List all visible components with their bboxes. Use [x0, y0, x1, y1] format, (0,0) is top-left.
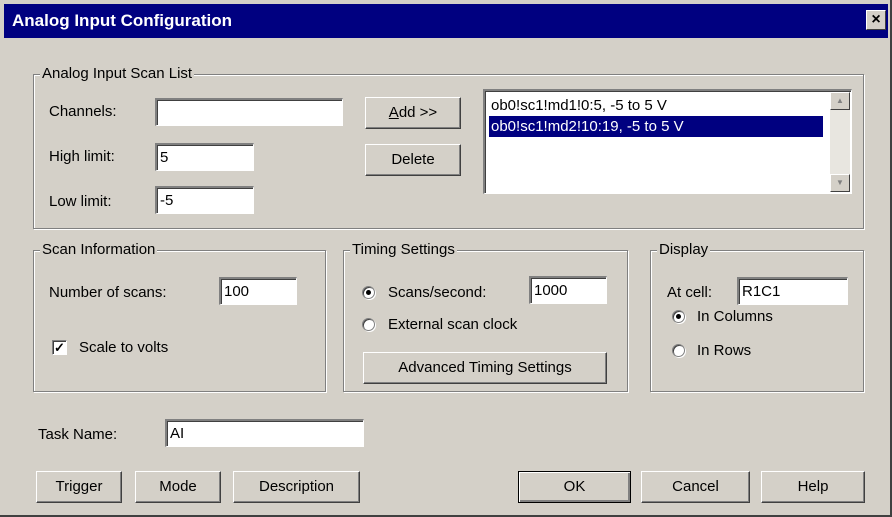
- mode-button[interactable]: Mode: [135, 471, 221, 503]
- high-limit-input[interactable]: 5: [155, 143, 254, 171]
- scale-to-volts-checkbox[interactable]: ✓: [52, 340, 67, 355]
- help-button[interactable]: Help: [761, 471, 865, 503]
- scale-to-volts-label: Scale to volts: [79, 339, 169, 356]
- num-scans-input[interactable]: 100: [219, 277, 297, 305]
- channels-input[interactable]: [155, 98, 343, 126]
- scroll-up-icon[interactable]: ▲: [830, 92, 850, 110]
- add-button-label: dd >>: [398, 104, 438, 121]
- scan-info-legend: Scan Information: [40, 241, 158, 259]
- at-cell-label: At cell:: [667, 284, 713, 301]
- channels-label: Channels:: [49, 103, 117, 120]
- at-cell-input[interactable]: R1C1: [737, 277, 848, 305]
- in-rows-label: In Rows: [697, 342, 752, 359]
- add-button-hotkey: A: [388, 104, 399, 121]
- external-clock-label: External scan clock: [388, 316, 518, 333]
- display-legend: Display: [657, 241, 711, 259]
- scan-list-legend: Analog Input Scan List: [40, 65, 195, 83]
- scans-per-second-label: Scans/second:: [388, 284, 487, 301]
- in-columns-radio[interactable]: [672, 310, 685, 323]
- dialog-window: Analog Input Configuration × Analog Inpu…: [0, 0, 892, 517]
- external-clock-radio[interactable]: [362, 318, 375, 331]
- title-bar[interactable]: Analog Input Configuration ×: [4, 4, 888, 38]
- trigger-button[interactable]: Trigger: [36, 471, 122, 503]
- low-limit-input[interactable]: -5: [155, 186, 254, 214]
- advanced-timing-button[interactable]: Advanced Timing Settings: [363, 352, 607, 384]
- task-name-input[interactable]: AI: [165, 419, 364, 447]
- close-button[interactable]: ×: [866, 10, 886, 30]
- scan-info-group: Scan Information: [33, 241, 326, 392]
- cancel-button[interactable]: Cancel: [641, 471, 750, 503]
- in-rows-radio[interactable]: [672, 344, 685, 357]
- add-button[interactable]: Add >>: [365, 97, 461, 129]
- scroll-down-icon[interactable]: ▼: [830, 174, 850, 192]
- num-scans-label: Number of scans:: [49, 284, 167, 301]
- list-scrollbar[interactable]: ▲ ▼: [830, 92, 850, 192]
- scans-per-second-input[interactable]: 1000: [529, 276, 607, 304]
- window-title: Analog Input Configuration: [12, 11, 233, 30]
- delete-button[interactable]: Delete: [365, 144, 461, 176]
- scans-per-second-radio[interactable]: [362, 286, 375, 299]
- channel-list[interactable]: ob0!sc1!md1!0:5, -5 to 5 V ob0!sc1!md2!1…: [483, 89, 852, 194]
- high-limit-label: High limit:: [49, 148, 115, 165]
- ok-button[interactable]: OK: [518, 471, 631, 503]
- list-item[interactable]: ob0!sc1!md1!0:5, -5 to 5 V: [489, 95, 669, 116]
- description-button[interactable]: Description: [233, 471, 360, 503]
- list-item-selected[interactable]: ob0!sc1!md2!10:19, -5 to 5 V: [489, 116, 823, 137]
- low-limit-label: Low limit:: [49, 193, 112, 210]
- timing-legend: Timing Settings: [350, 241, 457, 259]
- in-columns-label: In Columns: [697, 308, 773, 325]
- close-icon: ×: [871, 11, 881, 28]
- task-name-label: Task Name:: [38, 426, 118, 443]
